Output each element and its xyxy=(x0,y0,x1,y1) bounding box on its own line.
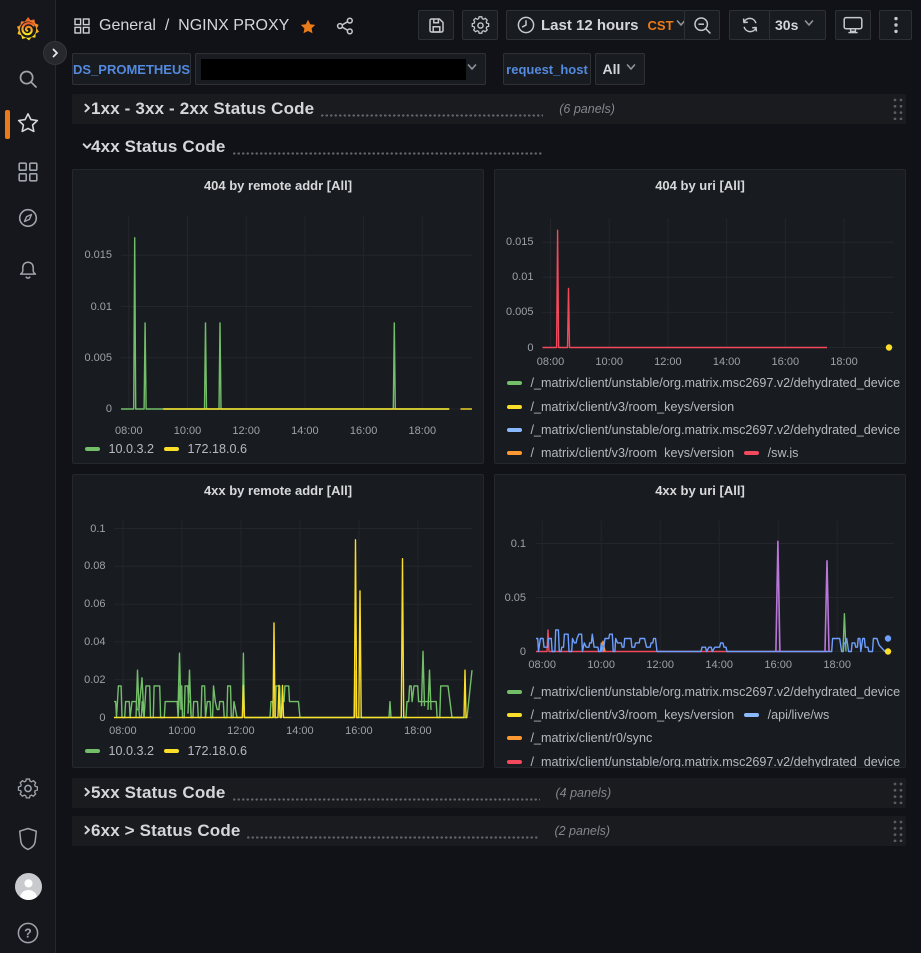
svg-text:?: ? xyxy=(24,926,32,940)
